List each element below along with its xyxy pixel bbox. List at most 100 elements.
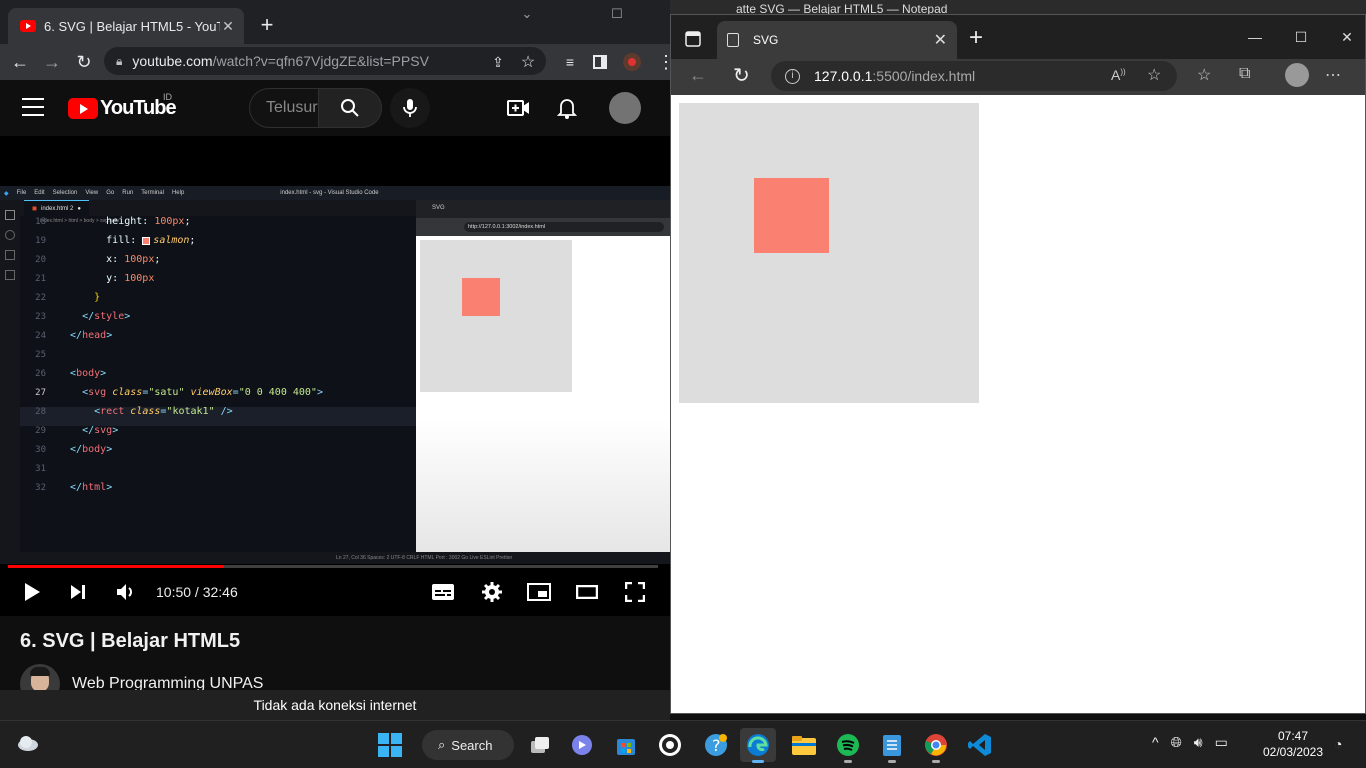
media-control-icon[interactable]: ≡	[558, 50, 582, 74]
start-button[interactable]	[372, 728, 408, 762]
taskbar-clock[interactable]: 07:47 02/03/2023	[1258, 728, 1328, 760]
back-arrow-icon[interactable]: ←	[689, 65, 707, 86]
next-video-icon[interactable]	[66, 580, 90, 604]
extensions-icon	[5, 270, 15, 280]
voice-search-button[interactable]	[390, 88, 430, 128]
video-progress-bar[interactable]	[8, 565, 658, 568]
region-code: ID	[163, 92, 172, 102]
collections-icon[interactable]: ⧉	[1239, 65, 1250, 83]
reload-icon[interactable]: ↻	[733, 63, 750, 88]
notifications-bell-icon[interactable]	[554, 96, 580, 120]
offline-message: Tidak ada koneksi internet	[253, 697, 417, 713]
star-icon[interactable]: ☆	[516, 50, 540, 74]
microsoft-store-icon[interactable]	[608, 728, 644, 762]
video-time: 10:50 / 32:46	[156, 584, 238, 600]
preview-blank-area	[416, 420, 670, 552]
notification-center-icon[interactable]: ◔	[1334, 736, 1342, 752]
read-aloud-icon[interactable]: A))	[1111, 67, 1126, 83]
add-favorite-icon[interactable]: ☆	[1147, 65, 1161, 85]
forward-arrow-icon[interactable]: →	[40, 50, 64, 74]
back-arrow-icon[interactable]: ←	[8, 50, 32, 74]
help-icon[interactable]: ?	[698, 728, 734, 762]
code-line: 18 height: 100px;	[35, 216, 191, 228]
search-button[interactable]	[318, 88, 382, 128]
theater-mode-icon[interactable]	[574, 580, 600, 604]
hamburger-menu-icon[interactable]	[22, 98, 44, 116]
minimize-icon[interactable]: —	[1243, 29, 1267, 47]
settings-gear-icon[interactable]	[480, 580, 504, 604]
spotify-icon[interactable]	[830, 728, 866, 763]
lock-icon: 🔒︎	[116, 53, 123, 68]
file-explorer-icon[interactable]	[786, 728, 822, 762]
share-icon[interactable]: ⇪	[486, 50, 510, 74]
youtube-favicon-icon	[20, 20, 36, 32]
notepad-icon[interactable]	[874, 728, 910, 763]
github-desktop-icon[interactable]	[652, 728, 688, 762]
chevron-down-icon[interactable]: ⌄	[504, 6, 550, 26]
maximize-icon[interactable]: ☐	[1289, 29, 1313, 47]
edge-tab-title: SVG	[753, 33, 779, 47]
profile-avatar[interactable]	[1285, 63, 1309, 87]
code-line: 22 }	[35, 292, 101, 304]
favorites-icon[interactable]: ☆	[1197, 65, 1211, 85]
miniplayer-icon[interactable]	[526, 580, 552, 604]
reload-icon[interactable]: ↻	[72, 50, 96, 74]
side-panel-icon[interactable]	[588, 50, 612, 74]
vscode-menu-terminal: Terminal	[141, 190, 164, 196]
network-globe-icon[interactable]: 🌐︎	[1171, 734, 1182, 751]
search-icon	[5, 230, 15, 240]
youtube-logo[interactable]: YouTube	[68, 96, 177, 120]
maximize-icon[interactable]: ☐	[594, 6, 640, 26]
close-tab-icon[interactable]: ✕	[220, 18, 236, 35]
vscode-icon[interactable]	[962, 728, 998, 762]
new-tab-button[interactable]: +	[965, 26, 987, 50]
chrome-address-bar[interactable]: 🔒︎ youtube.com/watch?v=qfn67VjdgZE&list=…	[104, 47, 546, 75]
chrome-tab-youtube[interactable]: 6. SVG | Belajar HTML5 - YouTube ✕	[8, 8, 244, 44]
new-tab-button[interactable]: +	[256, 14, 278, 36]
task-view-icon[interactable]	[522, 728, 558, 762]
create-video-icon[interactable]	[506, 96, 532, 120]
preview-toolbar: http://127.0.0.1:3002/index.html	[416, 218, 670, 236]
chrome-icon[interactable]	[918, 728, 954, 763]
play-icon[interactable]	[20, 580, 44, 604]
taskbar-search[interactable]: ⌕ Search	[422, 730, 514, 760]
code-line: 25	[35, 349, 46, 360]
search-icon	[341, 99, 359, 117]
url-host: youtube.com	[132, 53, 213, 69]
volume-icon[interactable]	[114, 580, 138, 604]
tab-actions-icon[interactable]	[685, 31, 703, 47]
weather-widget-icon[interactable]	[16, 733, 40, 753]
close-window-icon[interactable]: ✕	[1335, 29, 1359, 47]
chevron-up-icon[interactable]: ^	[1152, 734, 1159, 751]
account-avatar[interactable]	[609, 92, 641, 124]
fullscreen-icon[interactable]	[622, 580, 648, 604]
preview-tab-label: SVG	[432, 205, 445, 211]
close-tab-icon[interactable]: ✕	[934, 30, 947, 50]
vscode-logo-icon: ◆	[4, 190, 9, 197]
battery-icon[interactable]: ▭	[1215, 734, 1228, 751]
edge-tab-svg[interactable]: SVG ✕	[717, 21, 957, 59]
vscode-menu-go: Go	[106, 190, 115, 196]
code-line: 28 < rect class = "kotak1" />	[35, 406, 233, 418]
info-icon[interactable]: i	[785, 68, 800, 84]
explorer-icon	[5, 210, 15, 220]
clock-time: 07:47	[1277, 729, 1309, 743]
code-line: 27 < svg class = "satu" viewBox = "0 0 400 40…	[35, 387, 323, 399]
teams-chat-icon[interactable]	[564, 728, 600, 762]
code-line: 21 y: 100px	[35, 273, 155, 285]
more-icon[interactable]: ⋯	[1325, 65, 1341, 85]
subtitles-icon[interactable]	[430, 580, 456, 604]
url-host: 127.0.0.1	[814, 68, 873, 84]
code-line: 26 < body >	[35, 368, 107, 380]
vscode-menu-help: Help	[171, 190, 185, 196]
vscode-menu-run: Run	[122, 190, 134, 196]
speaker-icon[interactable]: 🔊︎	[1194, 734, 1203, 751]
vscode-menu-file: File	[16, 190, 27, 196]
edge-taskbar-icon[interactable]	[740, 728, 776, 763]
code-line: 29 </svg >	[35, 425, 119, 437]
code-line: 23 </style >	[35, 311, 131, 323]
youtube-search-input[interactable]: Telusuri	[249, 88, 319, 128]
code-line: 19 fill: salmon;	[35, 235, 196, 247]
chrome-tab-title: 6. SVG | Belajar HTML5 - YouTube	[44, 18, 220, 34]
extension-icon[interactable]	[620, 50, 644, 74]
